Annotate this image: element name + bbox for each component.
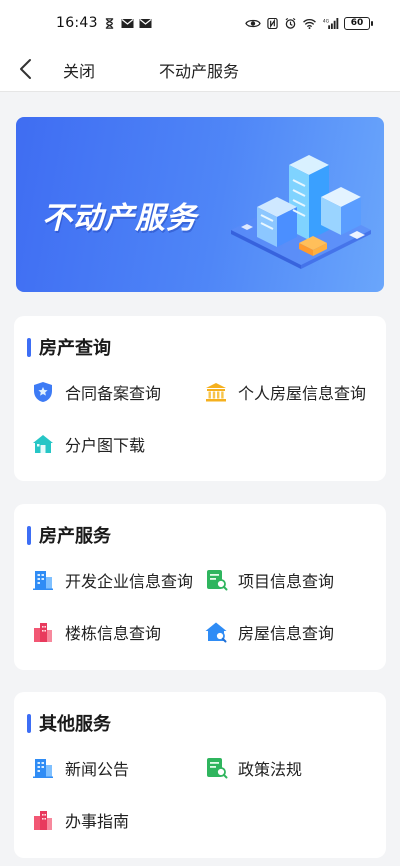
- battery-icon: 60: [344, 16, 373, 30]
- banner: 不动产服务: [16, 117, 384, 292]
- bank-building-icon: [206, 383, 226, 402]
- menu-item-label: 新闻公告: [65, 760, 130, 779]
- mail-icon: [139, 18, 152, 28]
- city-buildings-icon: [34, 623, 52, 642]
- menu-item-label: 开发企业信息查询: [65, 572, 194, 591]
- menu-item-label: 合同备案查询: [65, 384, 162, 403]
- menu-item-house-info-query[interactable]: 房屋信息查询: [204, 620, 334, 644]
- page-title: 不动产服务: [159, 62, 240, 81]
- house-icon: [33, 435, 53, 453]
- shield-star-icon: [34, 382, 52, 402]
- section-card-other-service: 其他服务 新闻公告 政策法规 办事指南: [14, 692, 386, 858]
- menu-item-label: 分户图下载: [65, 436, 146, 455]
- mail-icon: [121, 18, 134, 28]
- menu-item-label: 房屋信息查询: [238, 624, 335, 643]
- menu-item-personal-house-info-query[interactable]: 个人房屋信息查询: [204, 380, 366, 404]
- office-building-icon: [33, 759, 53, 778]
- eye-icon: [245, 19, 261, 27]
- section-title: 其他服务: [39, 714, 111, 735]
- menu-item-building-info-query[interactable]: 楼栋信息查询: [31, 620, 161, 644]
- menu-item-news-announcement[interactable]: 新闻公告: [31, 756, 129, 780]
- menu-item-label: 项目信息查询: [238, 572, 335, 591]
- svg-text:4G: 4G: [323, 18, 330, 24]
- section-card-house-service: 房产服务 开发企业信息查询 项目信息查询 楼栋信息查询 房屋信息查询: [14, 504, 386, 670]
- nav-bar: 关闭 不动产服务: [0, 46, 400, 92]
- banner-title: 不动产服务: [42, 201, 197, 236]
- back-arrow-icon[interactable]: [14, 56, 40, 82]
- section-accent-bar: [27, 525, 31, 545]
- house-search-icon: [205, 622, 227, 643]
- menu-item-label: 楼栋信息查询: [65, 624, 162, 643]
- section-accent-bar: [27, 337, 31, 357]
- status-bar: 16:43 4G 60: [0, 0, 400, 46]
- close-button[interactable]: 关闭: [63, 58, 95, 82]
- city-illustration-icon: [231, 155, 371, 269]
- menu-item-label: 政策法规: [238, 760, 303, 779]
- menu-item-floor-plan-download[interactable]: 分户图下载: [31, 432, 145, 456]
- section-header: 房产服务: [27, 522, 111, 548]
- signal-icon: 4G: [323, 17, 339, 29]
- hourglass-icon: [105, 17, 114, 29]
- document-search-icon: [207, 758, 228, 779]
- menu-item-developer-info-query[interactable]: 开发企业信息查询: [31, 568, 193, 592]
- menu-item-project-info-query[interactable]: 项目信息查询: [204, 568, 334, 592]
- nfc-icon: [267, 17, 278, 29]
- section-accent-bar: [27, 713, 31, 733]
- section-title: 房产查询: [39, 338, 111, 359]
- menu-item-contract-filing-query[interactable]: 合同备案查询: [31, 380, 161, 404]
- menu-item-policy-regulations[interactable]: 政策法规: [204, 756, 302, 780]
- menu-item-label: 个人房屋信息查询: [238, 384, 367, 403]
- menu-item-label: 办事指南: [65, 812, 130, 831]
- status-time: 16:43: [56, 15, 98, 31]
- office-building-icon: [33, 571, 53, 590]
- section-header: 其他服务: [27, 710, 111, 736]
- section-card-house-query: 房产查询 合同备案查询 个人房屋信息查询 分户图下载: [14, 316, 386, 481]
- alarm-icon: [285, 17, 296, 29]
- city-buildings-icon: [34, 811, 52, 830]
- section-header: 房产查询: [27, 334, 111, 360]
- menu-item-service-guide[interactable]: 办事指南: [31, 808, 129, 832]
- document-search-icon: [207, 570, 228, 591]
- wifi-icon: [303, 18, 316, 29]
- section-title: 房产服务: [39, 526, 111, 547]
